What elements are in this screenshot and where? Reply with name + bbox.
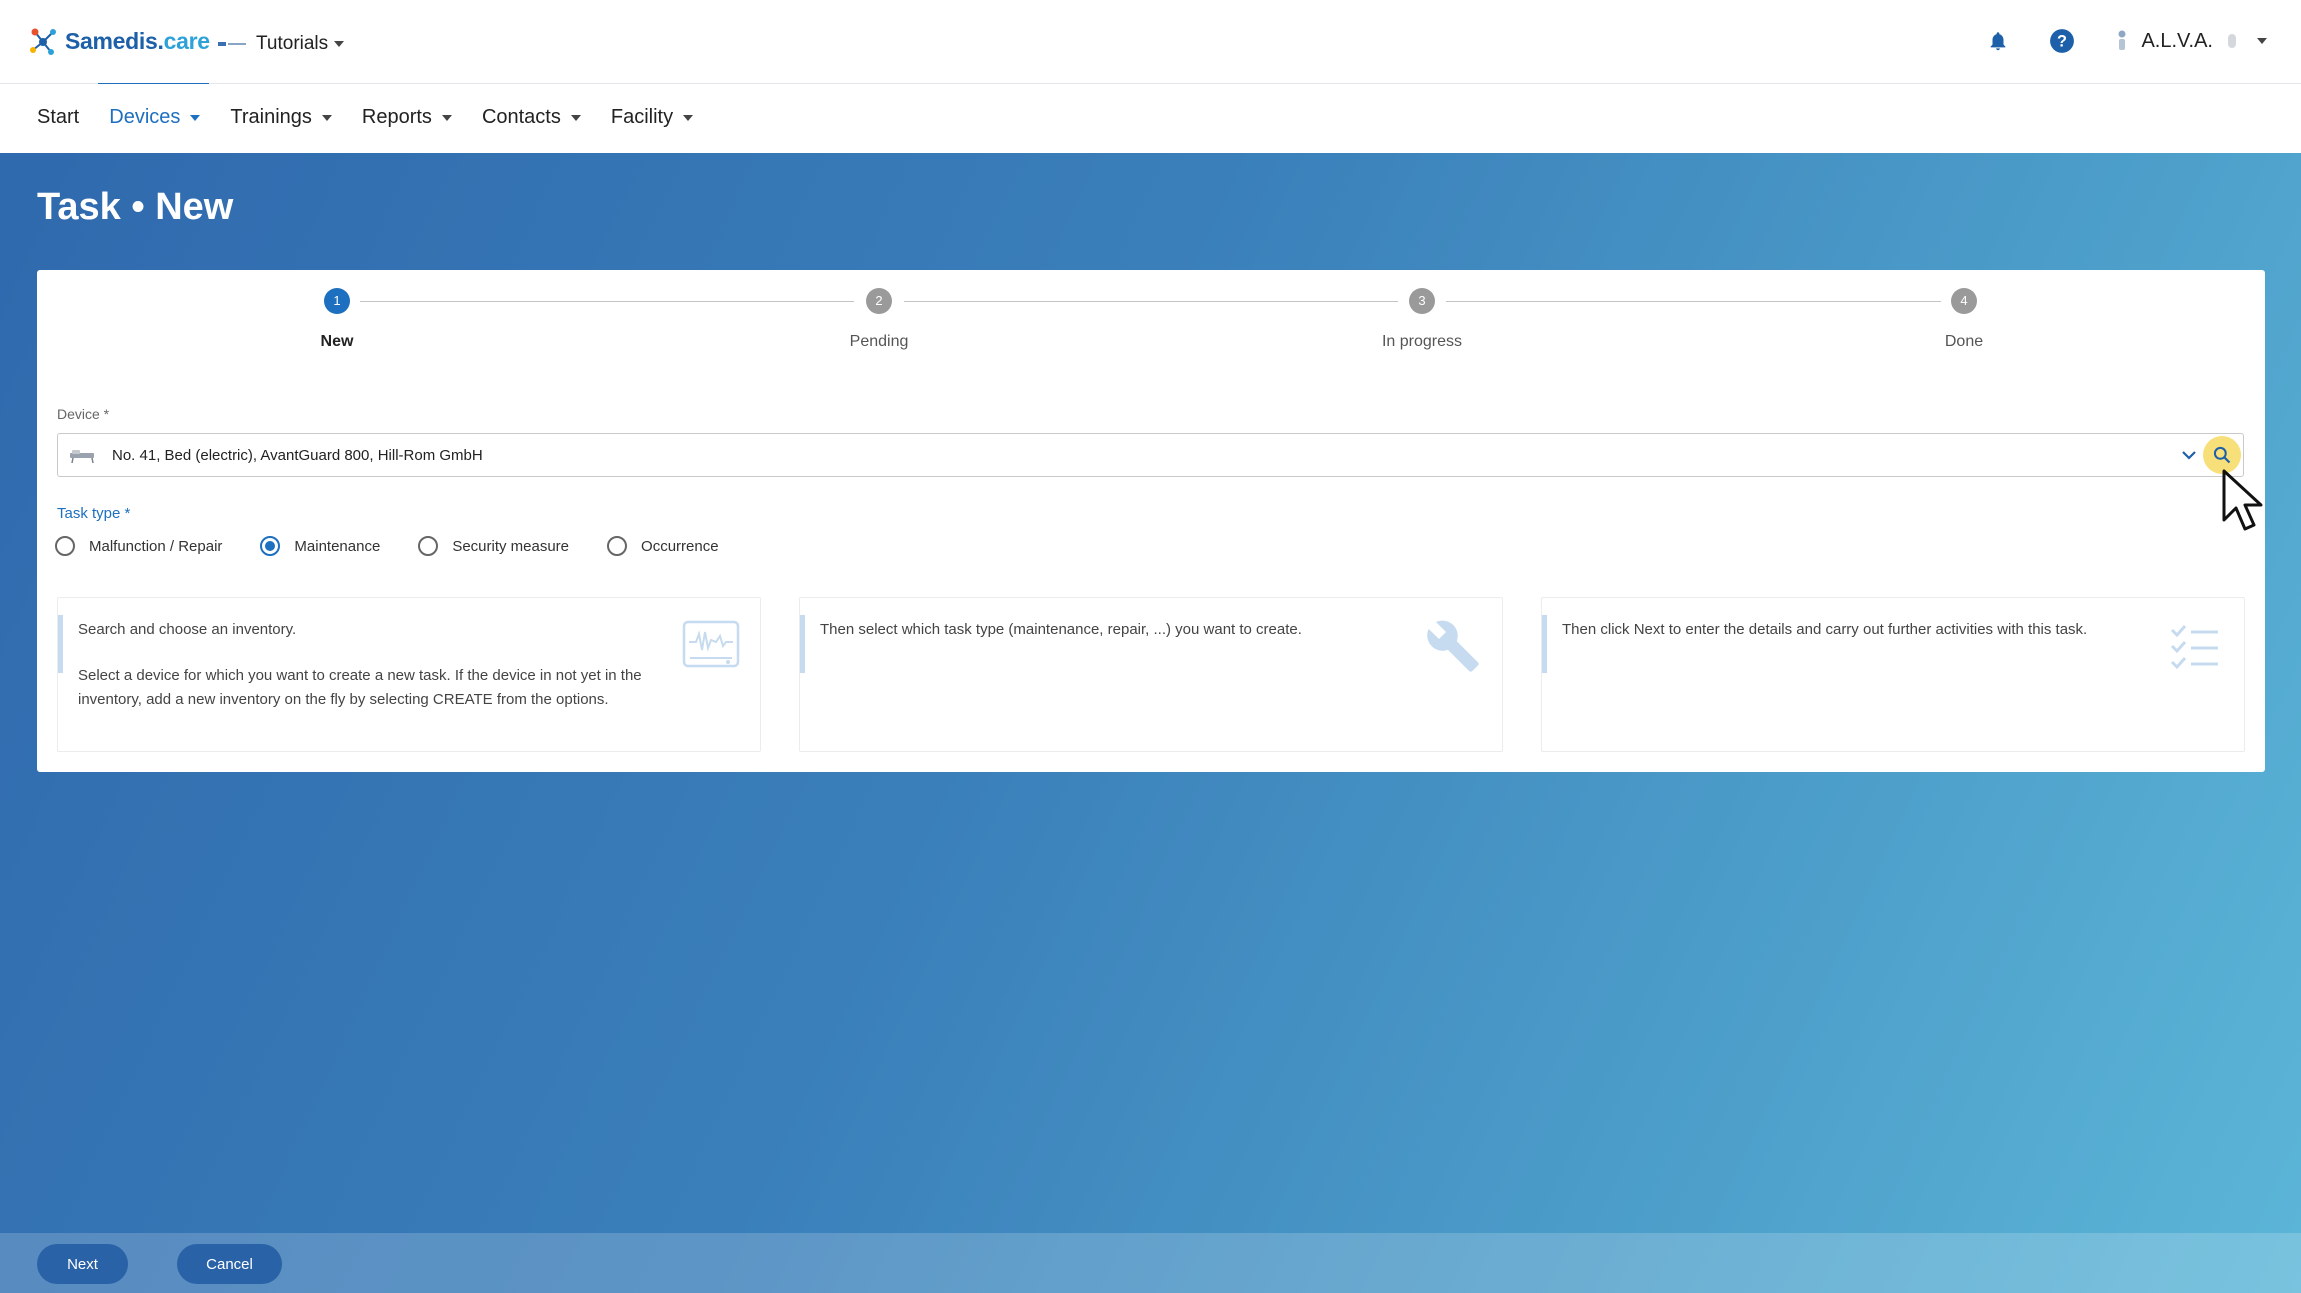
info-paragraph: Select a device for which you want to cr… (78, 667, 642, 708)
radio-occurrence[interactable]: Occurrence (607, 536, 719, 556)
logo-text: Samedis.care (65, 28, 210, 55)
nav-start[interactable]: Start (37, 106, 79, 129)
svg-text:?: ? (2057, 32, 2067, 50)
device-label: Device * (57, 406, 110, 422)
info-box-next: Then click Next to enter the details and… (1541, 597, 2245, 752)
samedis-logo[interactable]: Samedis.care (27, 26, 210, 56)
search-icon (2213, 446, 2231, 464)
step-label: Done (1944, 333, 1984, 350)
step-number: 1 (324, 288, 350, 314)
radio-security-measure[interactable]: Security measure (418, 536, 569, 556)
logo-suffix: care (163, 27, 210, 54)
radio-button[interactable] (55, 536, 75, 556)
radio-label: Security measure (452, 537, 570, 555)
step-connector (1446, 301, 1941, 302)
chevron-down-icon (2257, 38, 2267, 44)
step-connector (360, 301, 854, 302)
nav-trainings[interactable]: Trainings (230, 106, 332, 129)
radio-button[interactable] (418, 536, 439, 556)
step-label: In progress (1381, 333, 1463, 350)
radio-button[interactable] (607, 536, 628, 556)
radio-maintenance[interactable]: Maintenance (260, 536, 380, 556)
info-box-inventory: Search and choose an inventory. Select a… (57, 597, 761, 752)
task-wizard-card: 1 New 2 Pending 3 In progress 4 Done Dev… (37, 270, 2265, 772)
nav-reports-label: Reports (361, 106, 432, 128)
top-header: Samedis.care Tutorials ? A.L.V.A. (0, 0, 2301, 84)
nav-list: Start Devices Trainings Reports Contacts… (37, 106, 723, 129)
user-menu[interactable]: A.L.V.A. (2115, 29, 2267, 53)
chevron-down-icon (321, 114, 332, 121)
user-avatar-icon (2118, 30, 2126, 50)
nav-devices-label: Devices (109, 106, 181, 128)
tenant-name: Tutorials (256, 33, 329, 54)
nav-devices[interactable]: Devices (109, 106, 201, 129)
step-number: 4 (1951, 288, 1977, 314)
action-bar (0, 1233, 2301, 1293)
nav-contacts-label: Contacts (481, 106, 561, 128)
info-accent-bar (58, 615, 63, 673)
logo-name: Samedis (65, 27, 158, 54)
step-in-progress: 3 In progress (1342, 288, 1502, 351)
step-label: New (320, 333, 354, 350)
page-title: Task • New (37, 186, 234, 228)
step-done: 4 Done (1884, 288, 2044, 351)
header-actions: ? A.L.V.A. (1987, 28, 2267, 54)
chevron-down-icon (570, 114, 581, 121)
bell-icon[interactable] (1987, 29, 2009, 53)
chevron-down-icon (683, 114, 694, 121)
checklist-icon (2170, 625, 2218, 670)
hand-icon (2228, 34, 2236, 48)
step-number: 2 (866, 288, 892, 314)
radio-label: Maintenance (294, 537, 381, 555)
info-accent-bar (1542, 615, 1547, 673)
nav-facility[interactable]: Facility (610, 106, 694, 129)
chevron-down-icon (441, 114, 452, 121)
radio-label: Occurrence (641, 537, 719, 555)
next-button[interactable]: Next (37, 1244, 128, 1284)
info-text: Then select which task type (maintenance… (820, 618, 1400, 664)
tenant-selector[interactable]: Tutorials (218, 33, 345, 55)
info-paragraph: Then click Next to enter the details and… (1562, 621, 2088, 638)
help-icon[interactable]: ? (2049, 28, 2075, 54)
info-text: Then click Next to enter the details and… (1562, 618, 2142, 664)
main-nav: Start Devices Trainings Reports Contacts… (0, 84, 2301, 153)
stepper: 1 New 2 Pending 3 In progress 4 Done (37, 288, 2265, 358)
radio-malfunction-repair[interactable]: Malfunction / Repair (55, 536, 222, 556)
task-type-label: Task type * (57, 505, 131, 522)
cancel-button[interactable]: Cancel (177, 1244, 282, 1284)
device-select[interactable]: No. 41, Bed (electric), AvantGuard 800, … (57, 433, 2244, 477)
bed-thumbnail-icon (70, 450, 94, 464)
task-type-radio-group: Malfunction / Repair Maintenance Securit… (55, 536, 757, 556)
chevron-down-icon (334, 41, 345, 47)
nav-contacts[interactable]: Contacts (482, 106, 581, 129)
logo-molecule-icon (30, 28, 56, 55)
step-pending: 2 Pending (799, 288, 959, 351)
tenant-logo-icon (218, 42, 246, 46)
monitor-icon (682, 620, 740, 668)
step-number: 3 (1409, 288, 1435, 314)
info-accent-bar (800, 615, 805, 673)
radio-label: Malfunction / Repair (89, 537, 223, 555)
chevron-down-icon (190, 114, 201, 121)
nav-start-label: Start (37, 106, 80, 128)
user-name: A.L.V.A. (2141, 29, 2213, 52)
step-connector (904, 301, 1398, 302)
nav-trainings-label: Trainings (230, 106, 312, 128)
nav-facility-label: Facility (610, 106, 674, 128)
mouse-pointer-icon (2222, 469, 2263, 531)
info-paragraph: Search and choose an inventory. (78, 621, 297, 638)
info-text: Search and choose an inventory. Select a… (78, 618, 658, 734)
nav-reports[interactable]: Reports (362, 106, 452, 129)
chevron-down-icon[interactable] (2179, 445, 2199, 465)
info-box-task-type: Then select which task type (maintenance… (799, 597, 1503, 752)
info-paragraph: Then select which task type (maintenance… (820, 621, 1302, 638)
step-label: Pending (849, 333, 909, 350)
radio-button[interactable] (260, 536, 281, 556)
step-new: 1 New (257, 288, 417, 351)
device-value: No. 41, Bed (electric), AvantGuard 800, … (112, 446, 483, 464)
wrench-icon (1427, 620, 1479, 672)
